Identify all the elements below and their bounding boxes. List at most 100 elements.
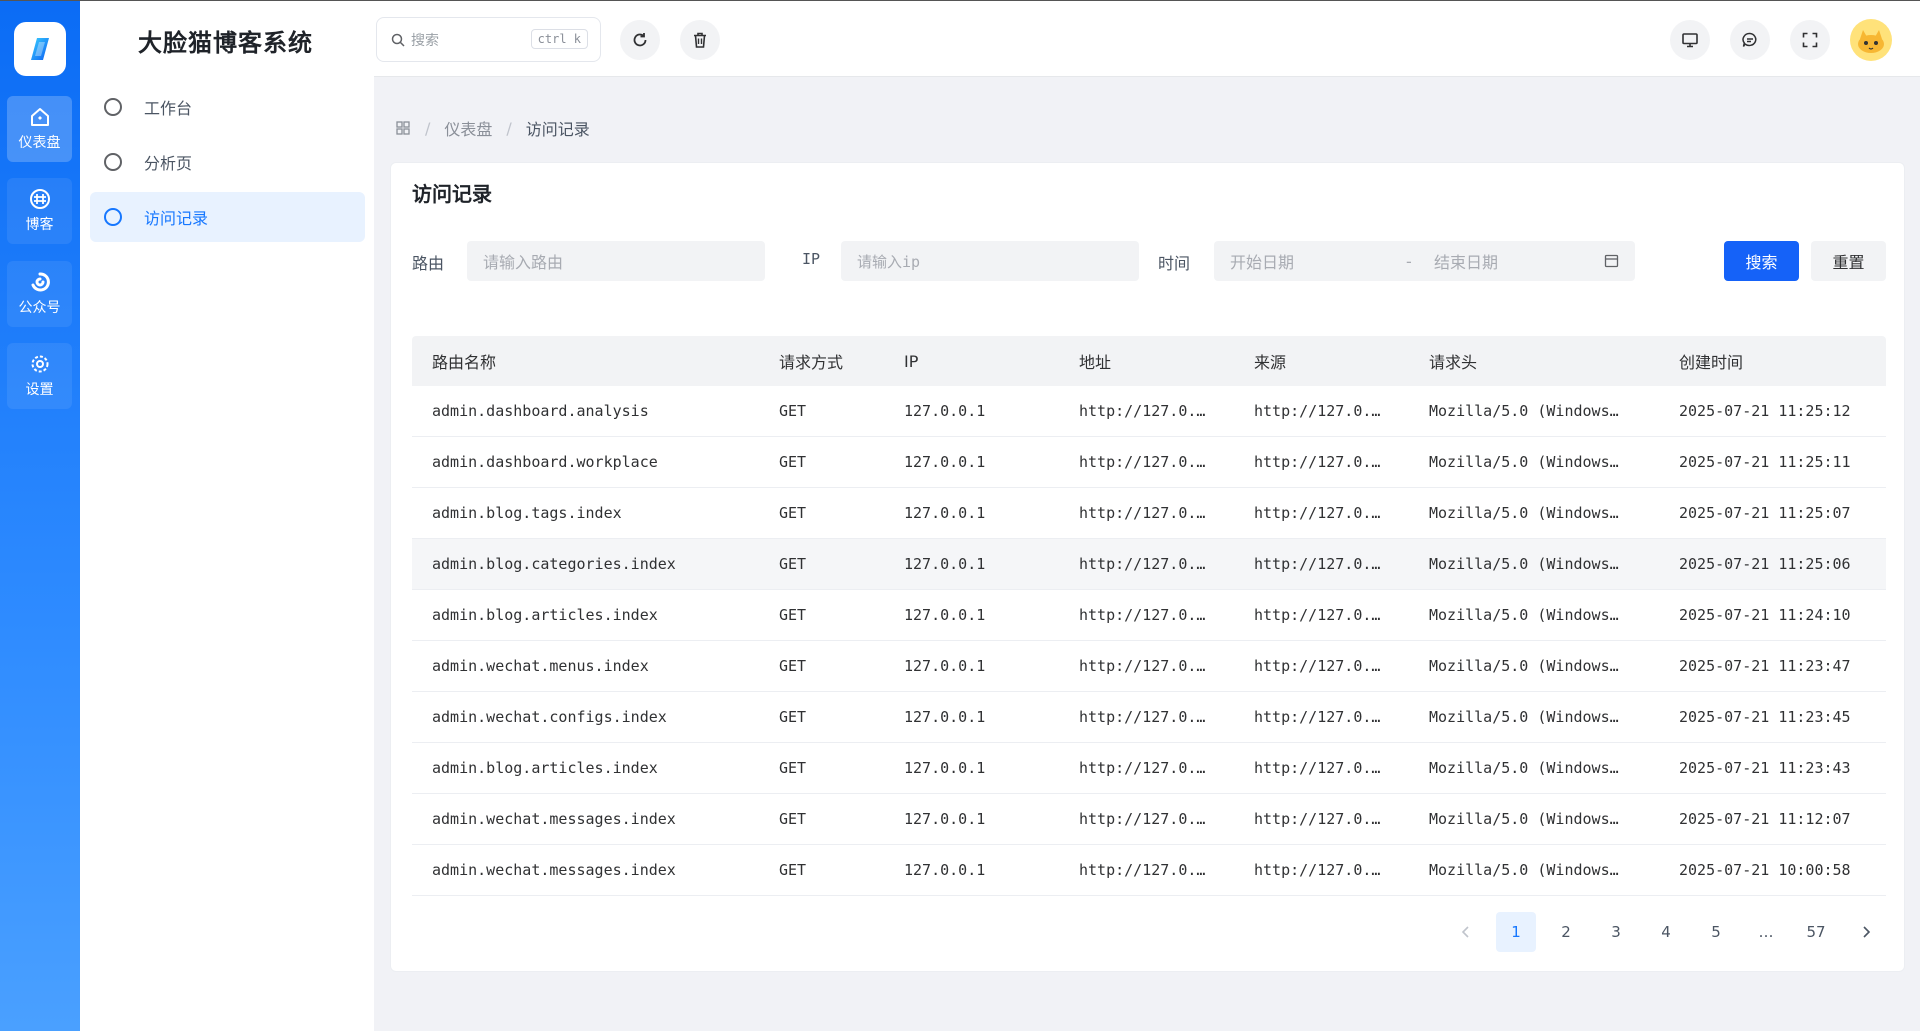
global-search[interactable]: 搜索 ctrl k: [376, 17, 601, 62]
search-icon: [391, 33, 405, 47]
fullscreen-button[interactable]: [1790, 20, 1830, 60]
table-row: admin.blog.tags.index GET 127.0.0.1 http://…: [412, 488, 1886, 539]
cell-referer: http://127.0.…: [1254, 657, 1381, 675]
table-row: admin.dashboard.workplace GET 127.0.0.1 htt…: [412, 437, 1886, 488]
time-filter-label: 时间: [1158, 254, 1191, 273]
cell-user-agent: Mozilla/5.0 (Windows…: [1429, 810, 1619, 828]
page-number-button[interactable]: 57: [1796, 912, 1836, 952]
cell-created-at: 2025-07-21 11:25:07: [1679, 504, 1851, 522]
cell-method: GET: [779, 657, 807, 675]
column-header-address: 地址: [1079, 353, 1112, 372]
date-range-separator: -: [1406, 251, 1412, 271]
page-number-button[interactable]: 1: [1496, 912, 1536, 952]
breadcrumb: / 仪表盘 / 访问记录: [395, 116, 590, 140]
app-logo[interactable]: [14, 22, 66, 76]
calendar-icon: [1604, 254, 1619, 268]
cell-user-agent: Mozilla/5.0 (Windows…: [1429, 606, 1619, 624]
date-range-picker[interactable]: 开始日期 - 结束日期: [1214, 241, 1635, 281]
pagination: 1 2 3 4 5… 57: [1446, 912, 1896, 952]
gear-icon: [31, 355, 48, 373]
trash-icon: [694, 32, 706, 48]
clear-cache-button[interactable]: [680, 20, 720, 60]
cell-user-agent: Mozilla/5.0 (Windows…: [1429, 657, 1619, 675]
search-button[interactable]: 搜索: [1724, 241, 1799, 281]
cell-address: http://127.0.…: [1079, 759, 1206, 777]
chevron-right-icon: [1863, 926, 1871, 938]
rail-item-blog[interactable]: 博客: [7, 178, 72, 244]
cell-ip: 127.0.0.1: [904, 759, 986, 777]
ip-filter-label: IP: [802, 250, 821, 268]
preview-site-button[interactable]: [1670, 20, 1710, 60]
table-row: admin.blog.categories.index GET 127.0.0.1 h…: [412, 539, 1886, 590]
menu-item-visit-log[interactable]: 访问记录: [90, 192, 365, 242]
cell-created-at: 2025-07-21 11:25:11: [1679, 453, 1851, 471]
page-ellipsis[interactable]: …: [1746, 912, 1786, 952]
cell-method: GET: [779, 504, 807, 522]
cell-ip: 127.0.0.1: [904, 861, 986, 879]
refresh-icon: [633, 33, 647, 47]
cell-user-agent: Mozilla/5.0 (Windows…: [1429, 402, 1619, 420]
refresh-button[interactable]: [620, 20, 660, 60]
next-page-button[interactable]: [1846, 912, 1886, 952]
cell-route: admin.wechat.menus.index: [432, 657, 649, 675]
messages-button[interactable]: [1730, 20, 1770, 60]
cell-referer: http://127.0.…: [1254, 861, 1381, 879]
user-avatar[interactable]: [1850, 19, 1892, 61]
cell-address: http://127.0.…: [1079, 708, 1206, 726]
breadcrumb-parent[interactable]: 仪表盘: [444, 116, 492, 140]
cell-route: admin.blog.articles.index: [432, 606, 658, 624]
cell-referer: http://127.0.…: [1254, 555, 1381, 573]
page-number-button[interactable]: 2: [1546, 912, 1586, 952]
cell-ip: 127.0.0.1: [904, 606, 986, 624]
page-number-button[interactable]: 5: [1696, 912, 1736, 952]
cell-ip: 127.0.0.1: [904, 810, 986, 828]
prev-page-button[interactable]: [1446, 912, 1486, 952]
cell-address: http://127.0.…: [1079, 504, 1206, 522]
app-title: 大脸猫博客系统: [138, 28, 313, 57]
cat-avatar-icon: [1858, 30, 1884, 53]
cell-referer: http://127.0.…: [1254, 606, 1381, 624]
chevron-left-icon: [1461, 926, 1469, 938]
column-header-ip: IP: [904, 351, 919, 371]
grid-icon[interactable]: [395, 120, 411, 136]
cell-referer: http://127.0.…: [1254, 708, 1381, 726]
visit-log-card: 访问记录 路由 请输入路由 IP 请输入ip 时间 开始日期 - 结束日期 搜索…: [390, 162, 1905, 972]
cell-route: admin.wechat.messages.index: [432, 810, 676, 828]
column-header-route: 路由名称: [432, 353, 497, 372]
ip-input-placeholder: 请输入ip: [857, 252, 921, 271]
breadcrumb-separator: /: [425, 118, 431, 138]
rail-item-dashboard[interactable]: 仪表盘: [7, 96, 72, 162]
cell-user-agent: Mozilla/5.0 (Windows…: [1429, 759, 1619, 777]
chat-icon: [1742, 32, 1757, 47]
table-row: admin.wechat.configs.index GET 127.0.0.1 ht…: [412, 692, 1886, 743]
cell-address: http://127.0.…: [1079, 861, 1206, 879]
table-row: admin.dashboard.analysis GET 127.0.0.1 http…: [412, 386, 1886, 437]
menu-item-analysis[interactable]: 分析页: [90, 137, 365, 187]
fullscreen-icon: [1802, 32, 1818, 48]
rail-item-settings[interactable]: 设置: [7, 343, 72, 409]
dashboard-icon: [30, 108, 49, 126]
cell-address: http://127.0.…: [1079, 402, 1206, 420]
cell-method: GET: [779, 402, 807, 420]
reset-button[interactable]: 重置: [1811, 241, 1886, 281]
cell-user-agent: Mozilla/5.0 (Windows…: [1429, 861, 1619, 879]
cell-referer: http://127.0.…: [1254, 402, 1381, 420]
wechat-icon: [31, 272, 50, 292]
page-number-button[interactable]: 4: [1646, 912, 1686, 952]
cell-method: GET: [779, 606, 807, 624]
cell-created-at: 2025-07-21 11:25:06: [1679, 555, 1851, 573]
route-input[interactable]: 请输入路由: [467, 241, 765, 281]
route-filter-label: 路由: [412, 254, 445, 273]
page-number-button[interactable]: 3: [1596, 912, 1636, 952]
start-date-placeholder: 开始日期: [1230, 253, 1295, 272]
table-row: admin.blog.articles.index GET 127.0.0.1 htt…: [412, 590, 1886, 641]
menu-item-workplace[interactable]: 工作台: [90, 82, 365, 132]
rail-item-label: 设置: [25, 382, 54, 398]
cell-address: http://127.0.…: [1079, 810, 1206, 828]
cell-route: admin.blog.articles.index: [432, 759, 658, 777]
rail-item-wechat[interactable]: 公众号: [7, 261, 72, 327]
blog-icon: [29, 189, 50, 209]
cell-referer: http://127.0.…: [1254, 759, 1381, 777]
ip-input[interactable]: 请输入ip: [841, 241, 1139, 281]
page-title: 访问记录: [412, 182, 492, 206]
